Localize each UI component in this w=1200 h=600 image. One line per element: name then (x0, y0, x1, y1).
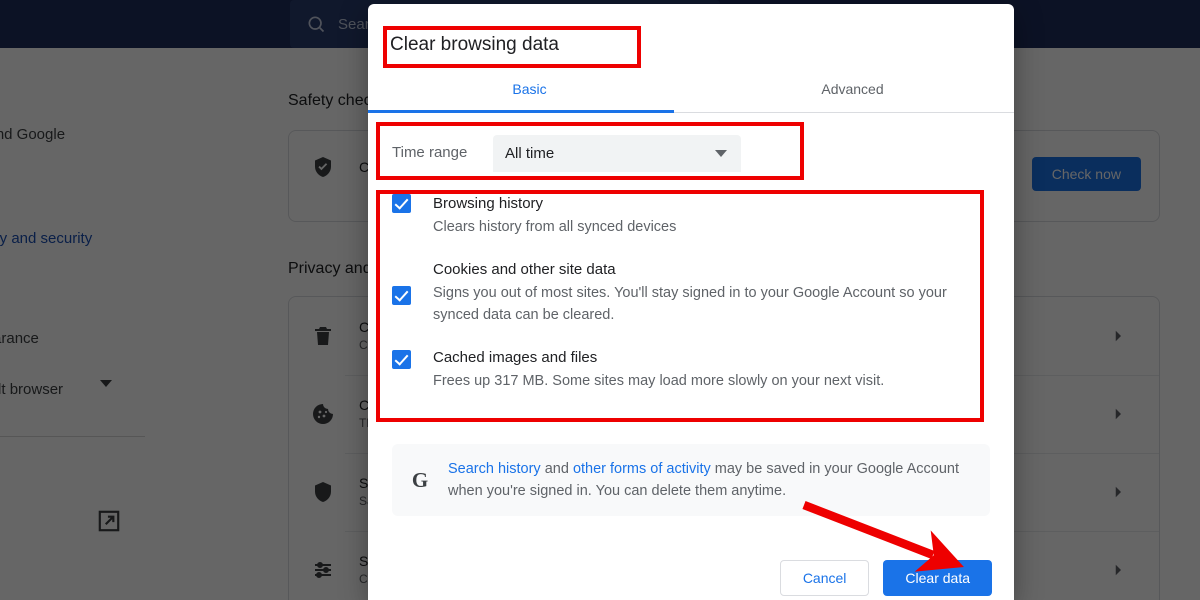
cancel-button[interactable]: Cancel (779, 560, 870, 596)
notice-mid: and (540, 461, 573, 477)
active-tab-underline (368, 110, 674, 113)
checkbox-browsing-history[interactable] (392, 194, 411, 213)
clear-options-list: Browsing history Clears history from all… (368, 194, 1014, 392)
option-cookies-and-site-data[interactable]: Cookies and other site data Signs you ou… (368, 260, 1014, 326)
option-subtitle: Signs you out of most sites. You'll stay… (433, 285, 947, 323)
option-browsing-history[interactable]: Browsing history Clears history from all… (368, 194, 1014, 238)
option-title: Browsing history (433, 195, 544, 212)
checkbox-cookies-and-site-data[interactable] (392, 286, 411, 305)
tab-basic[interactable]: Basic (368, 74, 691, 114)
clear-data-button[interactable]: Clear data (883, 560, 992, 596)
option-title: Cached images and files (433, 349, 598, 366)
time-range-value: All time (505, 145, 555, 162)
screen: Search settings You and Google Privacy a… (0, 0, 1200, 600)
option-title: Cookies and other site data (433, 261, 616, 278)
chevron-down-icon (715, 150, 727, 157)
google-account-notice: G Search history and other forms of acti… (392, 444, 990, 516)
option-cached-images-and-files[interactable]: Cached images and files Frees up 317 MB.… (368, 348, 1014, 392)
other-forms-of-activity-link[interactable]: other forms of activity (573, 461, 711, 477)
search-history-link[interactable]: Search history (448, 461, 541, 477)
tab-advanced[interactable]: Advanced (691, 74, 1014, 114)
option-subtitle: Frees up 317 MB. Some sites may load mor… (433, 373, 885, 389)
clear-browsing-data-dialog: Clear browsing data Basic Advanced Time … (368, 4, 1014, 600)
page-title: Clear browsing data (390, 34, 559, 55)
option-subtitle: Clears history from all synced devices (433, 219, 677, 235)
checkbox-cached-images-and-files[interactable] (392, 350, 411, 369)
google-account-notice-text: Search history and other forms of activi… (448, 458, 974, 502)
dialog-tabs: Basic Advanced (368, 74, 1014, 114)
dialog-actions: Cancel Clear data (779, 560, 992, 596)
time-range-label: Time range (392, 144, 468, 161)
time-range-select[interactable]: All time (493, 135, 741, 172)
google-g-icon: G (411, 467, 429, 492)
